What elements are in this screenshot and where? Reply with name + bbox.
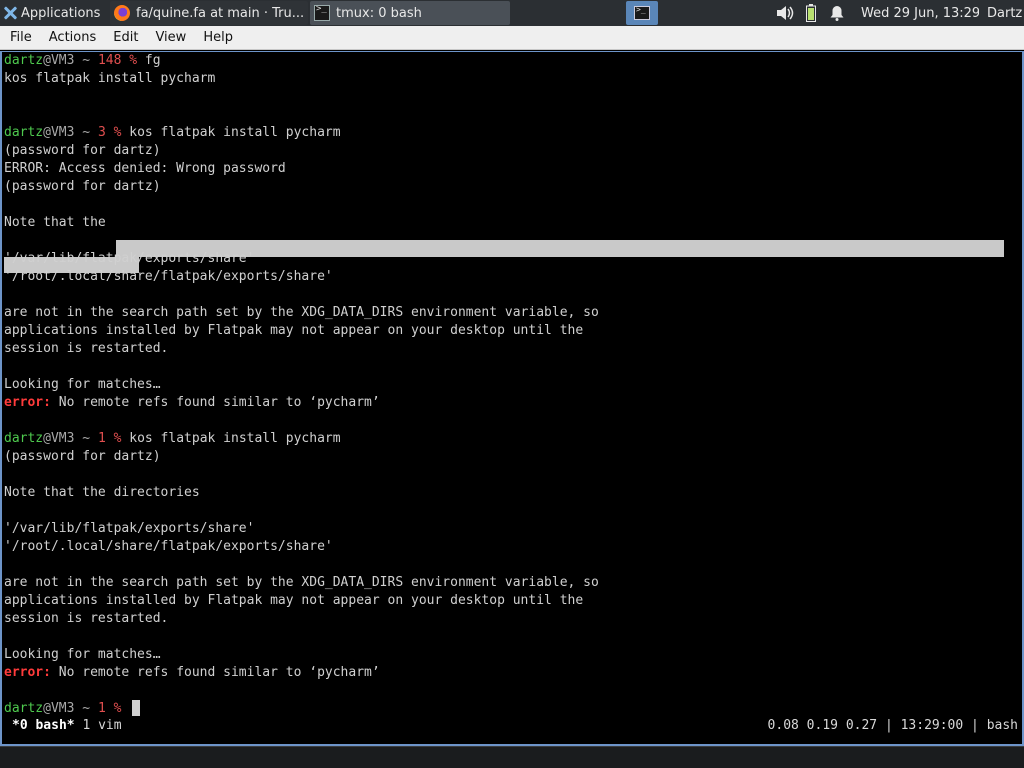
taskbar-item-label: fa/quine.fa at main · Tru... — [136, 5, 305, 21]
prompt-line: dartz@VM3 ~ 1 % — [4, 701, 130, 716]
taskbar-item-terminal[interactable]: tmux: 0 bash — [310, 1, 510, 25]
terminal-window-icon — [634, 5, 650, 20]
tmux-status-right: 0.08 0.19 0.27 | 13:29:00 | bash — [767, 718, 1018, 733]
output-line: applications installed by Flatpak may no… — [4, 593, 584, 608]
output-line: applications installed by Flatpak may no… — [4, 323, 584, 338]
output-line: session is restarted. — [4, 341, 169, 356]
output-line: (password for dartz) — [4, 449, 161, 464]
output-line: (password for dartz) — [4, 179, 161, 194]
taskbar-item-label: tmux: 0 bash — [336, 5, 422, 21]
prompt-line: dartz@VM3 ~ 3 % kos flatpak install pych… — [4, 125, 341, 140]
firefox-icon — [114, 5, 130, 21]
output-line: Note that the directories — [4, 215, 200, 230]
terminal-icon — [314, 4, 330, 21]
applications-menu[interactable]: Applications — [2, 0, 110, 26]
menu-edit[interactable]: Edit — [106, 27, 145, 49]
output-line: '/root/.local/share/flatpak/exports/shar… — [4, 539, 333, 554]
user-menu[interactable]: Dartz — [987, 0, 1024, 26]
menu-actions[interactable]: Actions — [42, 27, 104, 49]
tmux-window-vim[interactable]: 1 vim — [75, 718, 121, 733]
terminal-cursor — [132, 700, 140, 716]
terminal-output[interactable]: dartz@VM3 ~ 148 % fg kos flatpak install… — [0, 51, 1024, 746]
output-line: '/var/lib/flatpak/exports/share' — [4, 521, 255, 536]
notification-bell-icon[interactable] — [830, 0, 846, 26]
taskbar-item-firefox[interactable]: fa/quine.fa at main · Tru... — [110, 1, 308, 25]
menu-view[interactable]: View — [148, 27, 193, 49]
top-panel: Applications fa/quine.fa at main · Tru..… — [0, 0, 1024, 26]
output-line: session is restarted. — [4, 611, 169, 626]
xfce-logo-icon — [2, 5, 18, 21]
bottom-panel — [0, 746, 1024, 768]
output-line: are not in the search path set by the XD… — [4, 575, 599, 590]
terminal-window: File Actions Edit View Help dartz@VM3 ~ … — [0, 26, 1024, 746]
applications-label: Applications — [21, 5, 101, 21]
output-line: Note that the directories — [4, 485, 200, 500]
output-line: ERROR: Access denied: Wrong password — [4, 161, 286, 176]
output-line: are not in the search path set by the XD… — [4, 305, 599, 320]
error-line: error: No remote refs found similar to ‘… — [4, 395, 380, 410]
volume-icon[interactable] — [776, 0, 796, 26]
menu-file[interactable]: File — [3, 27, 39, 49]
tmux-window-active[interactable]: *0 bash* — [12, 718, 75, 733]
tmux-window-list: *0 bash* 1 vim — [12, 717, 122, 735]
output-line: '/root/.local/share/flatpak/exports/shar… — [4, 269, 333, 284]
output-line: kos flatpak install pycharm — [4, 71, 216, 86]
prompt-line: dartz@VM3 ~ 1 % kos flatpak install pych… — [4, 431, 341, 446]
output-line: Looking for matches… — [4, 377, 161, 392]
output-line: '/var/lib/flatpak/exports/share' — [4, 251, 255, 266]
workspace-switcher-button[interactable] — [626, 1, 658, 25]
output-line: Looking for matches… — [4, 647, 161, 662]
error-line: error: No remote refs found similar to ‘… — [4, 665, 380, 680]
tmux-status-bar: *0 bash* 1 vim 0.08 0.19 0.27 | 13:29:00… — [4, 717, 1022, 735]
menu-help[interactable]: Help — [196, 27, 240, 49]
battery-icon[interactable] — [806, 0, 820, 26]
output-line: (password for dartz) — [4, 143, 161, 158]
menu-bar: File Actions Edit View Help — [0, 26, 1024, 50]
clock[interactable]: Wed 29 Jun, 13:29 — [861, 0, 979, 26]
prompt-line: dartz@VM3 ~ 148 % fg — [4, 53, 161, 68]
